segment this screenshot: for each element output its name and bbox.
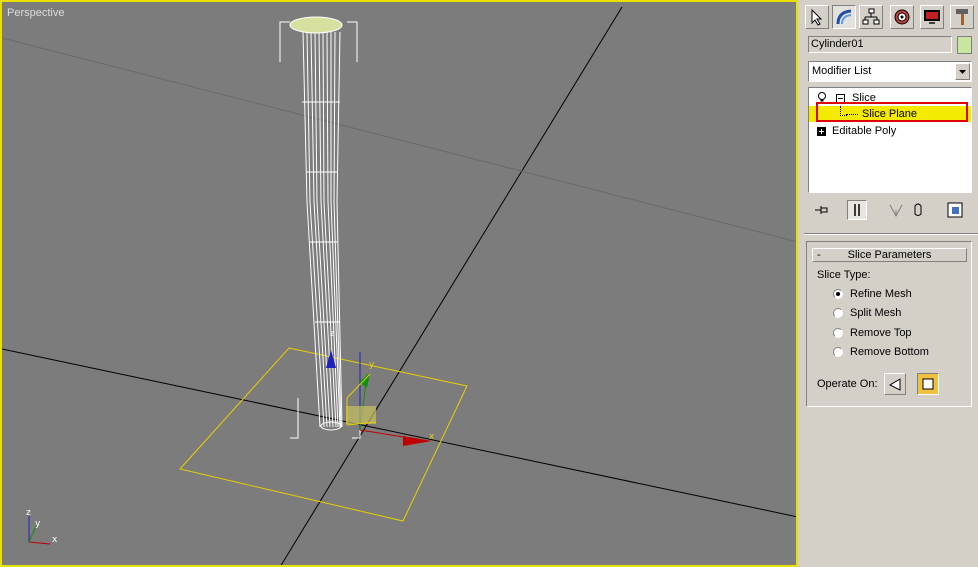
modify-tab[interactable]	[832, 5, 856, 29]
create-tab[interactable]	[805, 5, 829, 29]
radio-remove-top[interactable]: Remove Top	[833, 327, 973, 341]
cylinder-mesh[interactable]	[302, 31, 343, 431]
square-polygon-icon	[922, 378, 934, 390]
display-tab[interactable]	[920, 5, 944, 29]
make-unique-icon	[889, 204, 903, 218]
tripod-x-label: x	[52, 535, 58, 545]
radio-circle	[833, 308, 843, 318]
panel-divider	[804, 233, 978, 235]
hammer-icon	[956, 9, 968, 25]
operate-on-label: Operate On:	[817, 378, 878, 390]
operate-on-face-button[interactable]	[884, 373, 906, 395]
collapse-toggle: -	[817, 249, 821, 261]
radio-circle	[833, 328, 843, 338]
radio-label: Remove Bottom	[850, 346, 929, 358]
triangle-face-icon	[888, 378, 901, 391]
object-name-field[interactable]: Cylinder01	[808, 36, 952, 53]
configure-sets-button[interactable]	[945, 200, 965, 220]
radio-circle	[833, 347, 843, 357]
remove-modifier-icon	[914, 203, 922, 216]
rollout-title: Slice Parameters	[847, 249, 932, 261]
rollout-header[interactable]: - Slice Parameters	[812, 248, 967, 262]
radio-remove-bottom[interactable]: Remove Bottom	[833, 346, 973, 360]
slice-type-label: Slice Type:	[817, 269, 871, 281]
hierarchy-icon	[862, 8, 880, 25]
radio-split-mesh[interactable]: Split Mesh	[833, 307, 973, 321]
modifier-stack[interactable]: Slice Slice Plane Editable Poly	[808, 87, 972, 193]
gizmo-axis-label-z: z	[330, 329, 335, 339]
command-panel: Cylinder01 Modifier List Slice Slice Pla…	[800, 0, 978, 567]
cylinder-top-cap	[289, 16, 343, 34]
utilities-tab[interactable]	[950, 5, 974, 29]
show-end-result-icon	[854, 204, 860, 216]
motion-wheel-icon	[894, 9, 910, 25]
modify-bend-icon	[836, 9, 852, 25]
motion-tab[interactable]	[890, 5, 914, 29]
gizmo-axis-label-y: y	[369, 360, 375, 370]
dropdown-arrow-icon[interactable]	[955, 63, 970, 80]
perspective-viewport[interactable]: z y x z y x Perspective	[0, 0, 798, 567]
show-end-result-button[interactable]	[847, 200, 867, 220]
stack-toolbar	[808, 197, 972, 223]
radio-circle	[833, 289, 843, 299]
radio-refine-mesh[interactable]: Refine Mesh	[833, 288, 973, 302]
make-unique-button[interactable]	[886, 200, 906, 220]
modifier-list-dropdown[interactable]: Modifier List	[808, 61, 972, 82]
tripod-y-label: y	[35, 519, 41, 529]
remove-modifier-button[interactable]	[908, 200, 928, 220]
modifier-list-label: Modifier List	[812, 65, 872, 77]
radio-label: Refine Mesh	[850, 288, 912, 300]
expand-icon[interactable]	[817, 127, 826, 136]
tripod-z-label: z	[26, 508, 31, 518]
stack-item-editable-poly-label: Editable Poly	[832, 125, 897, 137]
create-cursor-icon	[811, 8, 823, 26]
grid-line	[2, 348, 796, 518]
slice-parameters-rollout: - Slice Parameters Slice Type: Refine Me…	[806, 241, 972, 407]
pin-stack-button[interactable]	[812, 200, 832, 220]
transform-gizmo[interactable]	[326, 350, 432, 446]
pin-stack-icon	[815, 206, 828, 214]
grid-line-faint	[2, 37, 796, 243]
radio-label: Split Mesh	[850, 307, 902, 319]
stack-item-editable-poly[interactable]: Editable Poly	[809, 123, 971, 139]
viewport-scene[interactable]: z y x z y x	[2, 2, 798, 567]
lightbulb-icon[interactable]	[817, 92, 827, 102]
viewport-label[interactable]: Perspective	[7, 7, 64, 19]
display-monitor-icon	[924, 10, 940, 24]
red-highlight-box	[816, 102, 968, 122]
hierarchy-tab[interactable]	[859, 5, 883, 29]
configure-sets-icon	[947, 202, 963, 218]
radio-label: Remove Top	[850, 327, 912, 339]
gizmo-axis-label-x: x	[429, 432, 435, 442]
object-color-swatch[interactable]	[957, 36, 972, 54]
operate-on-polygon-button[interactable]	[917, 373, 939, 395]
